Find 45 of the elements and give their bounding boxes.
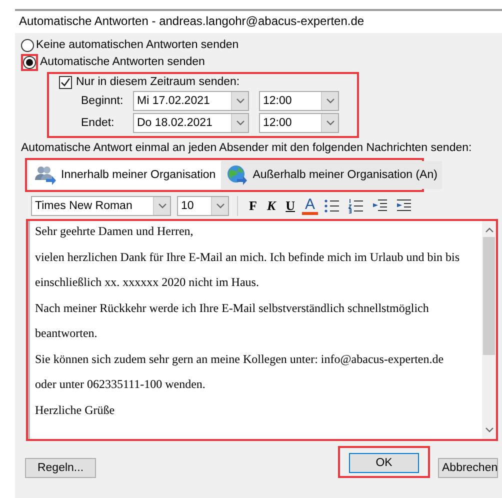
date-dropdown[interactable]: Mi 17.02.2021 xyxy=(133,91,249,112)
time-dropdown[interactable]: 12:00 xyxy=(259,113,339,134)
people-icon xyxy=(34,165,56,186)
checkbox[interactable] xyxy=(59,76,72,90)
chevron-down-icon xyxy=(236,98,244,104)
underline-button[interactable]: U xyxy=(282,196,298,216)
font-dropdown[interactable]: Times New Roman xyxy=(31,196,171,216)
checkbox-label[interactable]: Nur in diesem Zeitraum senden: xyxy=(76,76,240,90)
date-dropdown[interactable]: Do 18.02.2021 xyxy=(133,113,249,134)
italic-button[interactable]: K xyxy=(264,196,279,216)
tab[interactable]: Innerhalb meiner Organisation xyxy=(29,161,221,190)
font-size-dropdown[interactable]: 10 xyxy=(177,196,229,216)
globe-icon xyxy=(226,165,248,186)
font-color-button[interactable]: A xyxy=(302,197,318,216)
text-line: Sie können sich zudem sehr gern an meine Kollegen unter: info@abacus-experten.de xyxy=(35,352,445,366)
tab[interactable]: Außerhalb meiner Organisation (An) xyxy=(220,161,442,190)
scrollbar-thumb[interactable] xyxy=(483,237,495,356)
text-line: vielen herzlichen Dank für Ihre E-Mail an mich. Ich befinde mich im Urlaub und bin bis xyxy=(35,250,461,264)
window-title: Automatische Antworten - andreas.langohr@abacus-experten.de xyxy=(15,11,502,33)
chevron-down-icon xyxy=(216,203,224,210)
chevron-down-icon xyxy=(326,98,334,104)
time-dropdown[interactable]: 12:00 xyxy=(259,91,339,112)
field-label: Beginnt: xyxy=(80,94,124,108)
text-line: oder unter 062335111-100 wenden. xyxy=(35,377,206,392)
text-line: Nach meiner Rückkehr werde ich Ihre E-Mail selbstverständlich schnellstmöglich xyxy=(35,300,430,315)
radio-button[interactable] xyxy=(21,39,34,52)
radio-label[interactable]: Keine automatischen Antworten senden xyxy=(36,38,239,52)
text-line: Herzliche Grüße xyxy=(35,402,116,417)
cancel-button[interactable]: Abbrechen xyxy=(438,458,498,478)
scroll-down-icon[interactable] xyxy=(484,427,494,434)
instruction-text: Automatische Antwort einmal an jeden Absender mit den folgenden Nachrichten senden: xyxy=(21,142,473,156)
bold-button[interactable]: F xyxy=(246,196,260,216)
rules-button[interactable]: Regeln... xyxy=(25,458,96,478)
chevron-down-icon xyxy=(158,203,166,210)
radio-label[interactable]: Automatische Antworten senden xyxy=(40,56,205,70)
ok-button[interactable]: OK xyxy=(349,453,419,474)
chevron-down-icon xyxy=(236,120,244,126)
bullet-list-icon[interactable] xyxy=(324,198,340,214)
chevron-down-icon xyxy=(326,120,334,126)
text-line: Sehr geehrte Damen und Herren, xyxy=(35,224,194,238)
text-line: beantworten. xyxy=(35,326,98,340)
scroll-up-icon[interactable] xyxy=(484,227,494,234)
numbered-list-icon[interactable] xyxy=(348,198,364,214)
text-line: einschließlich xx. xxxxxx 2020 nicht im Haus. xyxy=(35,275,260,290)
field-label: Endet: xyxy=(80,116,116,130)
